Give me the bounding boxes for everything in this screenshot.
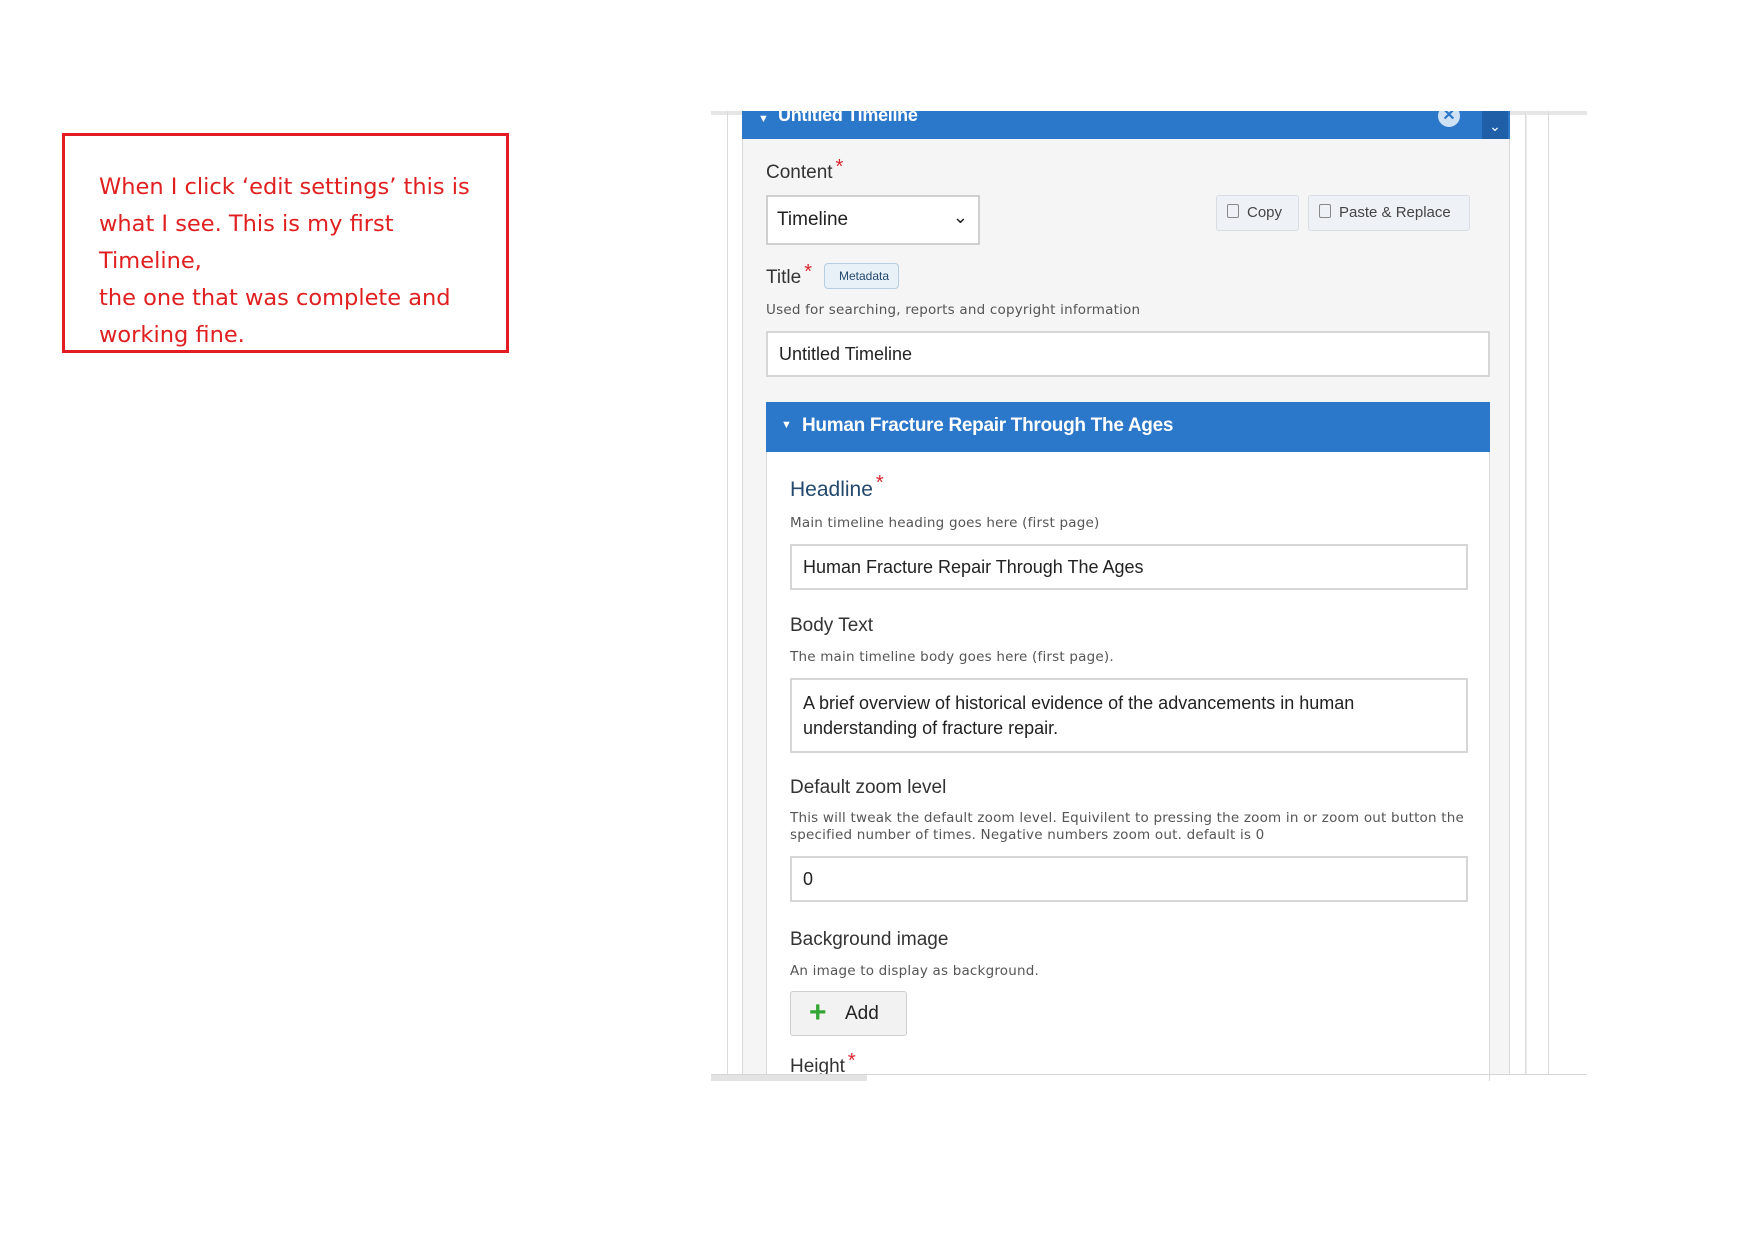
zoom-label: Default zoom level: [790, 777, 947, 798]
outer-panel-header[interactable]: ▼ Untitled Timeline ✕ ⌄: [742, 111, 1510, 139]
collapse-triangle-icon[interactable]: ▼: [758, 113, 769, 125]
background-image-description: An image to display as background.: [790, 963, 1040, 979]
plus-icon: +: [809, 996, 827, 1029]
inner-panel-title: Human Fracture Repair Through The Ages: [802, 415, 1174, 436]
copy-icon: [1227, 204, 1239, 219]
remove-icon[interactable]: ✕: [1438, 111, 1460, 127]
content-type-value: Timeline: [777, 209, 849, 230]
annotation-line: the one that was complete and: [99, 285, 451, 311]
editor-screenshot: ▼ Untitled Timeline ✕ ⌄ Content * Timelin…: [711, 111, 1587, 1081]
required-mark: *: [835, 156, 844, 178]
content-label: Content *: [766, 156, 844, 183]
title-description: Used for searching, reports and copyrigh…: [766, 302, 1141, 318]
headline-description: Main timeline heading goes here (first p…: [790, 515, 1100, 531]
body-text-input[interactable]: A brief overview of historical evidence …: [790, 678, 1468, 753]
chevron-down-icon: ⌄: [952, 207, 968, 227]
title-label: Title *: [766, 261, 812, 288]
chevron-down-icon[interactable]: ⌄: [1482, 111, 1508, 139]
annotation-line: When I click ‘edit settings’ this is: [99, 174, 470, 200]
body-text-description: The main timeline body goes here (first …: [790, 649, 1114, 665]
annotation-line: what I see. This is my first Timeline,: [99, 211, 394, 274]
metadata-tag: Metadata: [824, 263, 900, 289]
required-mark: *: [847, 1050, 856, 1072]
zoom-input[interactable]: 0: [790, 856, 1468, 902]
annotation-line: working fine.: [99, 322, 245, 348]
outer-panel-title: Untitled Timeline: [778, 111, 918, 125]
inner-panel-header[interactable]: ▼ Human Fracture Repair Through The Ages: [766, 402, 1490, 452]
zoom-description: This will tweak the default zoom level. …: [790, 810, 1465, 843]
paste-replace-button[interactable]: Paste & Replace: [1308, 195, 1470, 231]
add-background-image-button[interactable]: + Add: [790, 991, 907, 1036]
headline-label: Headline *: [790, 472, 884, 501]
title-input[interactable]: Untitled Timeline: [766, 331, 1490, 377]
annotation-text: When I click ‘edit settings’ this is wha…: [99, 169, 489, 354]
annotation-box: When I click ‘edit settings’ this is wha…: [62, 133, 509, 353]
headline-input[interactable]: Human Fracture Repair Through The Ages: [790, 544, 1468, 590]
body-text-label: Body Text: [790, 615, 874, 636]
background-image-label: Background image: [790, 929, 949, 950]
clipboard-icon: [1319, 204, 1331, 219]
required-mark: *: [875, 472, 884, 494]
content-type-select[interactable]: Timeline ⌄: [766, 195, 980, 245]
collapse-triangle-icon[interactable]: ▼: [781, 419, 792, 431]
required-mark: *: [804, 261, 812, 283]
copy-button[interactable]: Copy: [1216, 195, 1299, 231]
